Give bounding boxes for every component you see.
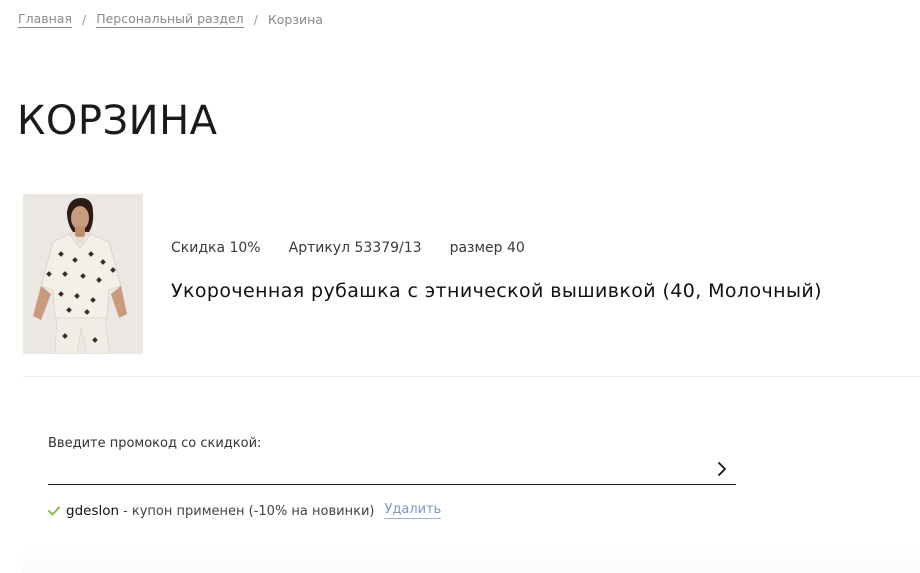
promo-input[interactable] <box>48 456 698 483</box>
coupon-status: gdeslon - купон применен (-10% на новинк… <box>48 503 442 519</box>
coupon-code: gdeslon <box>66 503 120 519</box>
product-discount: Скидка 10% <box>171 240 261 256</box>
coupon-message: - купон применен (-10% на новинки) <box>123 503 375 519</box>
breadcrumb-separator: / <box>82 12 87 27</box>
product-image[interactable] <box>23 194 143 354</box>
promo-field <box>48 456 736 485</box>
product-article: Артикул 53379/13 <box>288 240 422 256</box>
breadcrumb-home-link[interactable]: Главная <box>18 11 72 28</box>
bottom-strip <box>23 547 920 573</box>
divider <box>23 376 920 377</box>
promo-submit-button[interactable] <box>714 460 730 478</box>
chevron-right-icon <box>718 462 726 476</box>
promo-label: Введите промокод со скидкой: <box>48 436 262 451</box>
breadcrumb-separator: / <box>253 12 258 27</box>
product-meta: Скидка 10% Артикул 53379/13 размер 40 <box>171 240 553 256</box>
page-title: КОРЗИНА <box>17 98 218 144</box>
breadcrumb: Главная / Персональный раздел / Корзина <box>18 11 323 28</box>
check-icon <box>48 506 60 516</box>
product-photo <box>23 194 143 354</box>
breadcrumb-personal-link[interactable]: Персональный раздел <box>96 11 244 28</box>
cart-item: Скидка 10% Артикул 53379/13 размер 40 Ук… <box>23 194 920 354</box>
product-size: размер 40 <box>449 240 525 256</box>
breadcrumb-current: Корзина <box>267 12 323 27</box>
product-name[interactable]: Укороченная рубашка с этнической вышивко… <box>171 280 822 302</box>
coupon-remove-link[interactable]: Удалить <box>384 503 442 519</box>
